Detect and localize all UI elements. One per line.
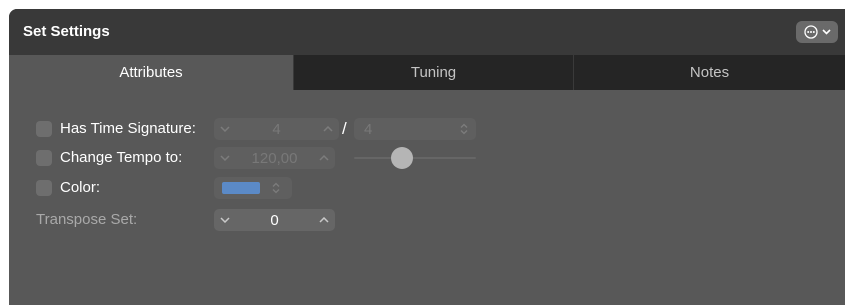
decrement-button[interactable] <box>214 155 236 161</box>
increment-button[interactable] <box>313 217 335 223</box>
color-checkbox[interactable] <box>36 180 52 196</box>
tempo-checkbox[interactable] <box>36 150 52 166</box>
chevron-up-icon <box>323 126 333 132</box>
decrement-button[interactable] <box>214 217 236 223</box>
chevron-down-icon <box>821 29 831 35</box>
tempo-slider-knob[interactable] <box>391 147 413 169</box>
titlebar: Set Settings <box>9 9 845 55</box>
tab-notes[interactable]: Notes <box>573 55 845 90</box>
time-signature-checkbox[interactable] <box>36 121 52 137</box>
ellipsis-circle-icon <box>803 25 818 39</box>
more-options-button[interactable] <box>796 21 838 43</box>
chevron-down-icon <box>220 126 230 132</box>
tab-tuning[interactable]: Tuning <box>293 55 573 90</box>
up-down-chevron-icon <box>460 123 468 135</box>
time-signature-label: Has Time Signature: <box>60 120 196 137</box>
color-picker[interactable] <box>214 177 292 199</box>
chevron-up-icon <box>319 155 329 161</box>
time-signature-numerator-stepper[interactable]: 4 <box>214 118 339 140</box>
time-signature-separator: / <box>342 119 347 138</box>
color-swatch <box>222 182 260 194</box>
window-title: Set Settings <box>23 23 110 40</box>
decrement-button[interactable] <box>214 126 236 132</box>
chevron-down-icon <box>220 217 230 223</box>
tab-attributes[interactable]: Attributes <box>9 55 293 90</box>
chevron-up-icon <box>319 217 329 223</box>
set-settings-window: Set Settings Attributes Tuning Notes Has… <box>9 9 845 305</box>
time-signature-numerator: 4 <box>272 120 281 138</box>
tempo-stepper[interactable]: 120,00 <box>214 147 335 169</box>
tempo-slider-track[interactable] <box>354 157 476 159</box>
transpose-label: Transpose Set: <box>36 211 138 228</box>
transpose-value: 0 <box>270 211 279 229</box>
time-signature-denominator-select[interactable]: 4 <box>354 118 476 140</box>
color-label: Color: <box>60 179 101 196</box>
chevron-down-icon <box>220 155 230 161</box>
up-down-chevron-icon <box>272 182 280 194</box>
tab-bar: Attributes Tuning Notes <box>9 55 845 90</box>
tempo-value: 120,00 <box>251 149 298 167</box>
transpose-stepper[interactable]: 0 <box>214 209 335 231</box>
tempo-label: Change Tempo to: <box>60 149 183 166</box>
time-signature-denominator: 4 <box>364 120 373 138</box>
increment-button[interactable] <box>317 126 339 132</box>
increment-button[interactable] <box>313 155 335 161</box>
